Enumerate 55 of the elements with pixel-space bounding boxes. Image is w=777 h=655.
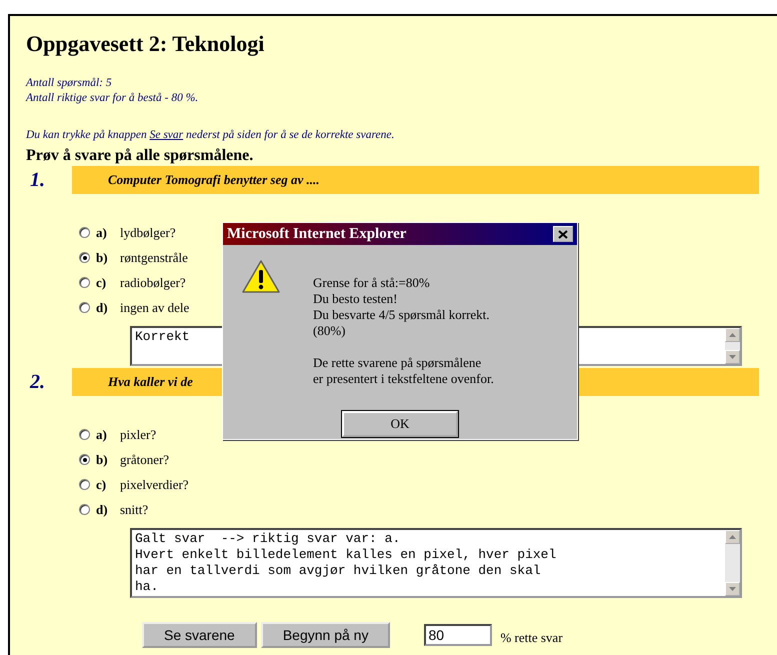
question-bar: Computer Tomografi benytter seg av .... [72, 166, 759, 194]
arrow-up-icon [729, 535, 736, 539]
dialog-message: Du besvarte 4/5 spørsmål korrekt. [313, 307, 491, 323]
instruction-text: Prøv å svare på alle spørsmålene. [26, 146, 254, 166]
arrow-up-icon [729, 333, 736, 337]
option-text: ingen av dele [120, 300, 190, 316]
option-letter: b) [96, 452, 109, 468]
option-text: radiobølger? [120, 274, 186, 290]
radio-button[interactable] [79, 504, 90, 515]
info-text: Antall riktige svar for å bestå - 80 %. [26, 91, 198, 106]
option-text: pixler? [120, 426, 156, 442]
form-button[interactable]: Se svarene [142, 622, 257, 648]
close-button[interactable] [553, 226, 573, 242]
radio-button[interactable] [79, 479, 90, 490]
radio-button[interactable] [79, 454, 90, 465]
radio-button[interactable] [79, 227, 90, 238]
ok-button[interactable]: OK [342, 411, 458, 437]
answer-box[interactable]: Galt svar --> riktig svar var: a. Hvert enkelt billedelement kalles en pixel, hver pixel har en tallverdi som avgjør hvilken gråtone den skal ha. [130, 528, 742, 598]
question-number: 1. [29, 168, 46, 192]
option-letter: a) [96, 426, 108, 442]
option-letter: c) [96, 476, 108, 492]
info-text: Antall spørsmål: 5 [26, 76, 112, 91]
scrollbar[interactable] [725, 328, 740, 364]
option-text: pixelverdier? [120, 476, 189, 492]
option-letter: a) [96, 224, 108, 240]
dialog-message: er presentert i tekstfeltene ovenfor. [313, 371, 494, 387]
radio-button[interactable] [79, 302, 90, 313]
radio-button[interactable] [79, 252, 90, 263]
option-text: snitt? [120, 502, 148, 518]
warning-icon [241, 259, 281, 295]
dialog-message: (80%) [313, 323, 346, 339]
option-letter: d) [96, 502, 109, 518]
dialog-message: Grense for å stå:=80% [313, 275, 431, 291]
score-label: % rette svar [500, 630, 563, 646]
answers-link[interactable]: Se svar [150, 129, 184, 141]
arrow-down-icon [729, 355, 736, 359]
page-title: Oppgavesett 2: Teknologi [26, 30, 266, 58]
option-letter: b) [96, 250, 109, 266]
dialog-message: Du besto testen! [313, 291, 398, 307]
dialog-title: Microsoft Internet Explorer [227, 226, 406, 242]
option-letter: d) [96, 300, 109, 316]
question-number: 2. [28, 370, 46, 394]
option-text: røntgenstråle [120, 250, 188, 266]
option-text: lydbølger? [120, 224, 176, 240]
radio-button[interactable] [79, 429, 90, 440]
close-icon [558, 230, 568, 238]
option-letter: c) [96, 274, 108, 290]
option-text: gråtoner? [120, 452, 170, 468]
dialog-message: De rette svarene på spørsmålene [313, 355, 482, 371]
hint-text: Du kan trykke på knappen Se svar nederst på siden for å se de korrekte svarene. [26, 128, 396, 143]
form-button[interactable]: Begynn på ny [260, 622, 390, 648]
scrollbar[interactable] [725, 530, 740, 596]
arrow-down-icon [729, 587, 736, 591]
radio-button[interactable] [79, 277, 90, 288]
score-field[interactable]: 80 [424, 624, 492, 646]
